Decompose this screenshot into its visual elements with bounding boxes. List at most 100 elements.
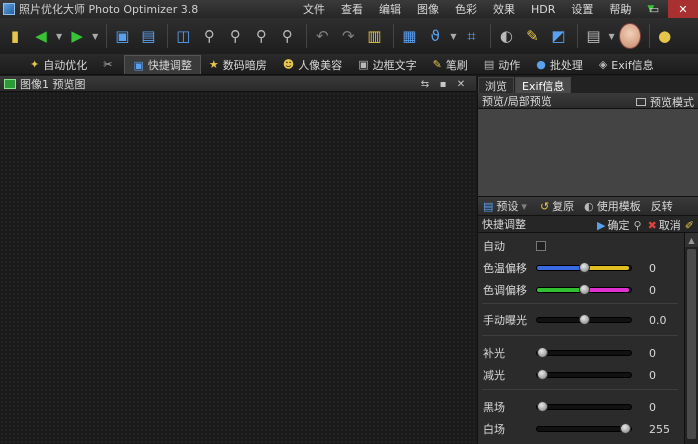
black-point-label: 黑场 [483,401,505,414]
portrait-icon[interactable] [618,23,641,49]
pin-icon[interactable]: ⇆ [416,77,434,91]
tint-slider[interactable] [536,284,632,295]
clipboard-icon[interactable]: ▥ [363,25,385,47]
preview-mode-button[interactable]: 预览模式 [636,94,694,110]
light-bulb-icon[interactable]: ● [654,25,676,47]
preset-bar: ▤ 预设 ▾ ↺ 复原 ◐ 使用模板 反转 [478,196,698,216]
tab-quick-adjust[interactable]: ▣ 快捷调整 [124,55,201,74]
film-dropdown-icon[interactable]: ▼ [608,32,614,41]
white-point-value[interactable]: 255 [646,422,680,437]
toolbar-divider [648,24,650,48]
right-panel-tabs: 浏览 Exif信息 [478,76,698,93]
rotate-left-icon[interactable]: ↶ [311,25,333,47]
reset-button[interactable]: ↺ 复原 [535,198,579,214]
tint-label: 色调偏移 [483,284,527,297]
fill-light-slider[interactable] [536,347,632,358]
confirm-button[interactable]: ▶ 确定 [597,217,629,233]
tab-batch[interactable]: ● 批处理 [528,55,591,74]
slider-knob[interactable] [578,314,590,325]
exposure-value[interactable]: 0.0 [646,313,680,328]
tab-label: 笔刷 [445,58,468,72]
film-icon[interactable]: ▤ [582,25,604,47]
zoom-fit-icon[interactable]: ⚲ [250,25,272,47]
pin-button[interactable]: ✐ [685,219,696,232]
menu-edit[interactable]: 编辑 [371,1,409,17]
tab-tools[interactable]: ✂ [95,55,124,74]
save-as-icon[interactable]: ▤ [137,25,159,47]
image-canvas[interactable] [0,92,476,444]
zoom-in-icon[interactable]: ⚲ [198,25,220,47]
maximize-button[interactable]: ▭ [640,0,668,18]
auto-checkbox[interactable] [536,241,546,251]
menu-image[interactable]: 图像 [409,1,447,17]
menu-view[interactable]: 查看 [333,1,371,17]
slider-knob[interactable] [537,347,548,358]
lasso-dropdown-icon[interactable]: ▼ [450,32,456,41]
magic-wand-icon[interactable]: ◩ [547,25,569,47]
restore-icon[interactable]: ▪ [434,77,452,91]
lasso-icon[interactable]: ϑ [424,25,446,47]
minimize-button[interactable]: — [612,0,640,18]
quick-adjust-controls: 自动 色温偏移 0 色调偏移 0 手动曝光 0.0 补光 0 减光 0 黑场 0… [478,233,698,444]
new-icon[interactable]: ▮ [4,25,26,47]
invert-button[interactable]: 反转 [646,198,678,214]
exposure-slider[interactable] [536,314,632,325]
close-button[interactable]: ✕ [668,0,698,18]
use-template-button[interactable]: ◐ 使用模板 [579,198,646,214]
tab-digital-darkroom[interactable]: ★ 数码暗房 [201,55,275,74]
divider [482,389,678,390]
cancel-button[interactable]: ✖ 取消 [648,217,681,233]
scroll-up-icon[interactable]: ▲ [685,233,698,247]
zoom-out-icon[interactable]: ⚲ [224,25,246,47]
zoom-actual-icon[interactable]: ⚲ [276,25,298,47]
compare-icon[interactable]: ◫ [172,25,194,47]
scroll-thumb[interactable] [687,249,696,439]
tab-actions[interactable]: ▤ 动作 [476,55,528,74]
save-icon[interactable]: ▣ [111,25,133,47]
color-temp-value[interactable]: 0 [646,261,680,276]
redo-arrow-icon[interactable]: ▶ [66,25,88,47]
undo-dropdown-icon[interactable]: ▼ [56,32,62,41]
color-temp-slider[interactable] [536,262,632,273]
fill-light-value[interactable]: 0 [646,346,680,361]
menu-hdr[interactable]: HDR [523,3,563,16]
tint-value[interactable]: 0 [646,283,680,298]
black-point-slider[interactable] [536,401,632,412]
reduce-light-value[interactable]: 0 [646,368,680,383]
app-logo-icon [3,3,15,15]
quick-adjust-title: 快捷调整 [482,218,526,231]
menu-color[interactable]: 色彩 [447,1,485,17]
slider-knob[interactable] [537,401,548,412]
tab-exif-info[interactable]: Exif信息 [515,77,572,93]
crop-icon[interactable]: ⌗ [460,25,482,47]
slider-knob[interactable] [537,369,548,380]
tab-frame-text[interactable]: ▣ 边框文字 [350,55,424,74]
batch-icon[interactable]: ▦ [398,25,420,47]
menu-effects[interactable]: 效果 [485,1,523,17]
tab-label: 批处理 [549,58,583,72]
slider-knob[interactable] [578,284,590,295]
reduce-light-slider[interactable] [536,369,632,380]
tab-brush[interactable]: ✎ 笔刷 [425,55,476,74]
color-picker-icon[interactable]: ◐ [495,25,517,47]
magnifier-button[interactable]: ⚲ [634,219,644,232]
undo-arrow-icon[interactable]: ◀ [30,25,52,47]
white-point-slider[interactable] [536,423,632,434]
tab-exif[interactable]: ◈ Exif信息 [591,55,662,74]
panel-close-icon[interactable]: ✕ [452,77,470,91]
window-controls: — ▭ ✕ [612,0,698,18]
tab-browse[interactable]: 浏览 [478,77,514,93]
menu-file[interactable]: 文件 [295,1,333,17]
black-point-value[interactable]: 0 [646,400,680,415]
preset-button[interactable]: ▤ 预设 ▾ [478,198,535,214]
slider-knob[interactable] [578,262,590,273]
undo-icon: ↺ [539,199,550,213]
tab-auto-optimize[interactable]: ✦ 自动优化 [22,55,95,74]
tab-portrait-beauty[interactable]: ☻ 人像美容 [275,55,350,74]
rotate-right-icon[interactable]: ↷ [337,25,359,47]
brush-icon[interactable]: ✎ [521,25,543,47]
slider-knob[interactable] [620,423,631,434]
controls-scrollbar[interactable]: ▲ [684,233,698,444]
menu-settings[interactable]: 设置 [563,1,601,17]
redo-dropdown-icon[interactable]: ▼ [92,32,98,41]
